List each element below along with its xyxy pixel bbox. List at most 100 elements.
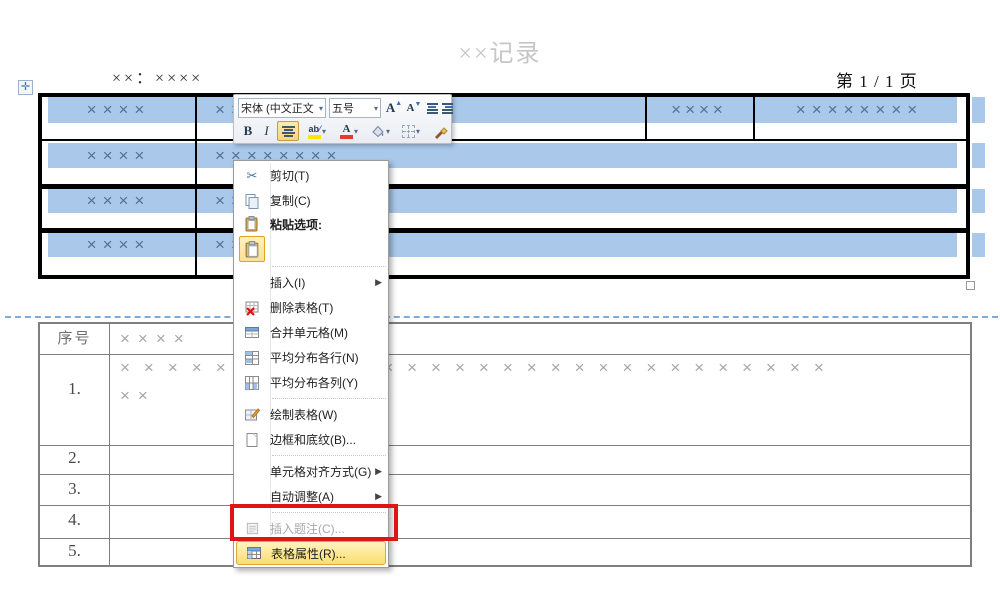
menu-item-cut[interactable]: ✂ 剪切(T): [234, 163, 388, 188]
submenu-arrow-icon: ▶: [375, 466, 388, 477]
distribute-columns-icon: [234, 375, 270, 391]
table-cell[interactable]: ××××: [42, 97, 195, 123]
menu-item-borders-shading[interactable]: 边框和底纹(B)...: [234, 427, 388, 452]
italic-button[interactable]: I: [259, 121, 274, 141]
font-color-icon: A: [340, 124, 353, 139]
table-cell[interactable]: ××××: [42, 143, 195, 168]
borders-button[interactable]: ▾: [397, 121, 425, 141]
menu-item-label: 删除表格(T): [270, 299, 388, 316]
menu-item-paste-options: 粘贴选项:: [234, 213, 388, 235]
menu-separator: [272, 398, 386, 399]
decrease-indent-icon: [427, 102, 438, 115]
lower-table[interactable]: 序号 ×××× 1. ×××××××××××××××××××××××××××××…: [38, 322, 972, 567]
mini-toolbar: 宋体 (中文正文 ▾ 五号 ▾ A▲ A▼ B I ab⁄ ▾ A: [233, 94, 452, 144]
table-cell[interactable]: 序号: [40, 324, 109, 354]
paste-button-icon: [239, 236, 265, 262]
text-highlight-button[interactable]: ab⁄ ▾: [302, 121, 332, 141]
font-size-combo[interactable]: 五号 ▾: [329, 98, 381, 118]
table-cell[interactable]: ××××: [42, 189, 195, 213]
font-color-button[interactable]: A ▾: [335, 121, 363, 141]
menu-item-label: 表格属性(R)...: [271, 545, 385, 562]
menu-item-distribute-columns[interactable]: 平均分布各列(Y): [234, 370, 388, 395]
table-move-handle-icon[interactable]: ✛: [18, 80, 33, 95]
menu-item-label: 绘制表格(W): [270, 406, 388, 423]
menu-item-delete-table[interactable]: 删除表格(T): [234, 295, 388, 320]
table-cell[interactable]: ××: [120, 386, 156, 406]
row-end-marker: [972, 97, 985, 123]
merge-cells-icon: [234, 325, 270, 341]
menu-separator: [272, 455, 386, 456]
menu-item-cell-alignment[interactable]: 单元格对齐方式(G) ▶: [234, 459, 388, 484]
font-name-value: 宋体 (中文正文: [241, 100, 315, 116]
grow-font-label: A: [386, 100, 395, 116]
grow-font-button[interactable]: A▲: [384, 98, 404, 118]
menu-item-distribute-rows[interactable]: 平均分布各行(N): [234, 345, 388, 370]
column-border: [753, 97, 755, 139]
menu-item-draw-table[interactable]: 绘制表格(W): [234, 402, 388, 427]
row-border: [40, 538, 970, 539]
highlighter-icon: ab⁄: [308, 124, 321, 139]
chevron-down-icon: ▾: [322, 127, 326, 136]
paste-option-keep-formatting[interactable]: [234, 235, 388, 263]
format-painter-button[interactable]: [430, 121, 450, 141]
table-properties-icon: [237, 545, 271, 561]
italic-label: I: [264, 123, 268, 139]
increase-indent-button[interactable]: [440, 98, 454, 118]
row-border: [40, 474, 970, 475]
scissors-icon: ✂: [234, 168, 270, 184]
table-cell[interactable]: 5.: [40, 541, 109, 561]
chevron-down-icon: ▾: [319, 104, 323, 113]
menu-item-insert[interactable]: 插入(I) ▶: [234, 270, 388, 295]
menu-item-label: 合并单元格(M): [270, 324, 388, 341]
font-name-combo[interactable]: 宋体 (中文正文 ▾: [238, 98, 326, 118]
borders-icon: [402, 125, 415, 138]
menu-item-merge-cells[interactable]: 合并单元格(M): [234, 320, 388, 345]
clipboard-icon: [234, 216, 270, 232]
chevron-down-icon: ▾: [374, 104, 378, 113]
menu-item-label: 平均分布各行(N): [270, 349, 388, 366]
shading-button[interactable]: ▾: [366, 121, 394, 141]
table-cell[interactable]: ××××: [120, 324, 192, 354]
menu-item-copy[interactable]: 复制(C): [234, 188, 388, 213]
table-cell[interactable]: 4.: [40, 510, 109, 530]
column-border: [645, 97, 647, 139]
row-border: [40, 445, 970, 446]
upper-table[interactable]: ×××× ×××××××× ×××× ×××××××× ×××× ×××××××…: [38, 93, 970, 279]
row-border: [42, 139, 966, 141]
menu-item-label: 边框和底纹(B)...: [270, 431, 388, 448]
table-cell[interactable]: ××××: [645, 97, 753, 123]
row-end-marker: [972, 189, 985, 213]
menu-item-label: 复制(C): [270, 192, 388, 209]
document-title[interactable]: ××记录: [0, 33, 1000, 68]
draw-table-icon: [234, 407, 270, 423]
menu-separator: [272, 266, 386, 267]
paint-bucket-icon: [370, 124, 385, 138]
page-number: 第 1 / 1 页: [836, 67, 918, 92]
bold-button[interactable]: B: [239, 121, 257, 141]
document-header-label[interactable]: ××：××××: [112, 64, 203, 88]
row-border: [40, 505, 970, 506]
menu-item-table-properties[interactable]: 表格属性(R)...: [236, 541, 386, 565]
menu-item-label: 粘贴选项:: [270, 216, 388, 233]
decrease-indent-button[interactable]: [425, 98, 439, 118]
delete-table-icon: [234, 300, 270, 316]
borders-shading-icon: [234, 432, 270, 448]
menu-item-label: 自动调整(A): [270, 488, 375, 505]
table-cell[interactable]: 1.: [40, 379, 109, 399]
table-cell[interactable]: 3.: [40, 479, 109, 499]
chevron-down-icon: ▾: [386, 127, 390, 136]
submenu-arrow-icon: ▶: [375, 491, 388, 502]
menu-item-label: 单元格对齐方式(G): [270, 463, 375, 480]
shrink-font-button[interactable]: A▼: [405, 98, 423, 118]
copy-icon: [234, 193, 270, 209]
table-cell[interactable]: 2.: [40, 448, 109, 468]
page-break-divider: [5, 316, 998, 318]
caret-down-icon: ▼: [415, 101, 422, 108]
caret-up-icon: ▲: [395, 100, 402, 107]
center-align-button[interactable]: [277, 121, 299, 141]
table-cell[interactable]: ××××××××: [753, 97, 966, 123]
row-border: [40, 354, 970, 355]
column-border: [109, 324, 110, 565]
table-cell[interactable]: ××××: [42, 233, 195, 257]
table-resize-handle[interactable]: [966, 281, 975, 290]
